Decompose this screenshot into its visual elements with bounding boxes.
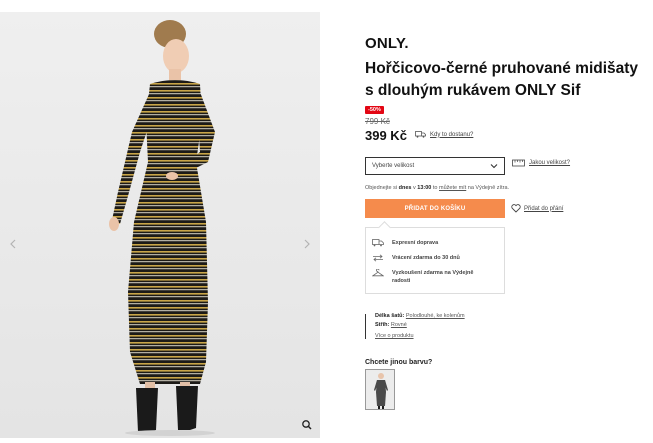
detail-length: Délka šatů: Polodlouhé, ke kolenům <box>375 313 465 319</box>
length-value-link[interactable]: Polodlouhé, ke kolenům <box>406 313 465 319</box>
zoom-button[interactable] <box>300 418 314 432</box>
chevron-left-icon <box>10 239 16 249</box>
magnifier-icon <box>302 420 312 430</box>
chevron-down-icon <box>490 164 498 169</box>
exchange-arrows-icon <box>373 254 383 262</box>
cut-value-link[interactable]: Rovné <box>391 322 407 328</box>
truck-icon <box>415 131 426 138</box>
size-guide-link[interactable]: Jakou velikost? <box>512 159 570 167</box>
product-image-gallery[interactable] <box>0 12 320 438</box>
gallery-prev-button[interactable] <box>6 237 20 251</box>
delivery-link-label: Kdy to dostanu? <box>430 131 474 138</box>
wishlist-label: Přidat do přání <box>524 205 564 212</box>
benefit-text: Vyzkoušení zdarma na Výdejně radosti <box>392 270 474 284</box>
detail-cut: Střih: Rovné <box>375 322 407 328</box>
add-to-cart-button[interactable]: PŘIDAT DO KOŠÍKU <box>365 199 505 218</box>
current-price: 399 Kč <box>365 128 407 143</box>
benefit-item: Vyzkoušení zdarma na Výdejně radosti <box>372 269 487 285</box>
size-select[interactable]: Vyberte velikost <box>365 157 505 175</box>
benefit-text: Expresní doprava <box>392 240 439 246</box>
more-about-product-link[interactable]: Více o produktu <box>367 332 465 341</box>
add-to-wishlist-button[interactable]: Přidat do přání <box>511 204 563 213</box>
delivery-info-link[interactable]: Kdy to dostanu? <box>415 131 473 138</box>
product-title: Hořčicovo-černé pruhované midišaty s dlo… <box>365 60 639 99</box>
brand-logo[interactable]: ONLY. <box>365 35 409 52</box>
discount-badge: -50% <box>365 106 384 114</box>
benefit-item: Vrácení zdarma do 30 dnů <box>372 254 460 262</box>
order-deadline-note: Objednejte si dnes v 13:00 to můžete mít… <box>365 185 510 191</box>
hanger-icon <box>372 269 384 277</box>
heart-icon <box>511 204 521 213</box>
gallery-next-button[interactable] <box>300 237 314 251</box>
pickup-link[interactable]: můžete mít <box>439 185 466 191</box>
benefits-box: Expresní doprava Vrácení zdarma do 30 dn… <box>365 227 505 294</box>
size-guide-label: Jakou velikost? <box>529 160 571 166</box>
size-select-placeholder: Vyberte velikost <box>372 163 415 169</box>
other-colors-heading: Chcete jinou barvu? <box>365 359 433 366</box>
old-price: 799 Kč <box>365 117 390 126</box>
benefit-item: Expresní doprava <box>372 239 438 247</box>
truck-icon <box>372 239 384 247</box>
variant-photo <box>366 370 394 409</box>
ruler-icon <box>512 159 525 167</box>
benefit-text: Vrácení zdarma do 30 dnů <box>392 255 460 261</box>
chevron-right-icon <box>304 239 310 249</box>
product-photo <box>0 12 320 438</box>
details-divider <box>365 314 366 339</box>
color-variant-thumbnail[interactable] <box>365 369 395 410</box>
product-details: Délka šatů: Polodlouhé, ke kolenům Střih… <box>365 312 465 341</box>
